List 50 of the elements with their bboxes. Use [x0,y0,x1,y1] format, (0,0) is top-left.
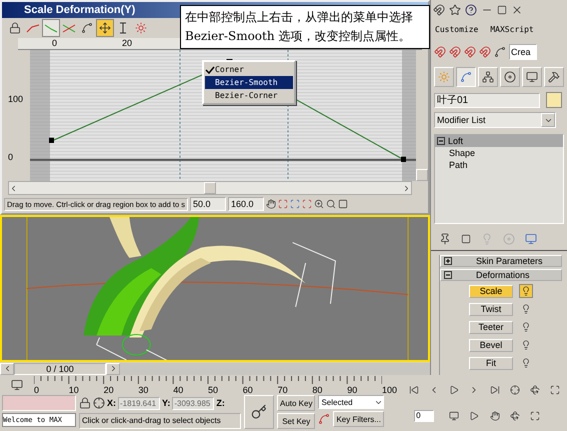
axis-label: 100 [7,94,24,104]
timeline-label: 30 [138,384,148,394]
deformation-button[interactable]: Bevel [469,338,513,352]
ruler-label: 0 [52,38,58,49]
ruler-label: 20 [122,38,132,49]
rollout-header[interactable]: Deformations [440,269,562,281]
x-field[interactable]: -1819.641 [118,396,160,410]
menu-item[interactable]: Corner [205,63,293,76]
deformation-button[interactable]: Twist [469,302,513,316]
value-field[interactable]: 50.0 [190,197,226,211]
set-key-button[interactable]: Set Key [277,413,316,429]
stack-item[interactable]: Path [435,159,563,171]
deformation-button[interactable]: Fit [469,356,513,370]
timeline-label: 0 [34,384,40,394]
timeline-label: 20 [104,384,114,394]
timeline-label: 80 [312,384,322,394]
key-filters-button[interactable]: Key Filters... [333,411,384,427]
menu-item[interactable]: MAXScript [490,24,534,34]
coordinate-label: X: [107,398,116,408]
coordinate-label: Z: [216,398,225,408]
key-mode-dropdown[interactable]: Selected [318,395,384,409]
timeline-label: 10 [68,384,79,394]
selection-set-field[interactable]: Crea [509,44,537,60]
value-field[interactable]: 160.0 [228,197,264,211]
rollout-header[interactable]: Skin Parameters [440,255,562,267]
menu-item[interactable]: Bezier-Corner [205,89,293,102]
deformation-button[interactable]: Teeter [469,320,513,334]
instruction-callout: 在中部控制点上右击，从弹出的菜单中选择 Bezier-Smooth 选项，改变控制点属性。 [180,5,430,49]
menu-item[interactable]: Bezier-Smooth [205,76,293,89]
timeline-label: 100 [382,384,398,394]
timeline-ruler[interactable]: 0 10 20 30 40 50 60 70 80 90 100 [34,376,398,394]
timeline-label: 60 [242,384,253,394]
deformation-button[interactable]: Scale [469,284,513,298]
auto-key-button[interactable]: Auto Key [277,395,316,411]
object-name-field[interactable]: 叶子01 [434,92,540,108]
coordinate-label: Y: [162,398,170,408]
stack-item[interactable]: Loft [435,135,563,147]
frame-field[interactable]: 0 [414,410,434,422]
axis-label: 0 [7,152,14,162]
window-title: Scale Deformation(Y) [24,4,136,16]
timeline-label: 90 [347,384,358,394]
y-field[interactable]: -3093.985 [172,396,214,410]
menu-item[interactable]: Customize [435,24,478,34]
timeline-label: 40 [173,384,184,394]
timeline-label: 50 [208,384,218,394]
status-message: Click or click-and-drag to select objects [79,413,241,429]
modifier-dropdown[interactable]: Modifier List [434,112,556,128]
stack-item[interactable]: Shape [435,147,563,159]
frame-counter: 0 / 100 [14,362,106,374]
timeline-label: 70 [278,384,288,394]
